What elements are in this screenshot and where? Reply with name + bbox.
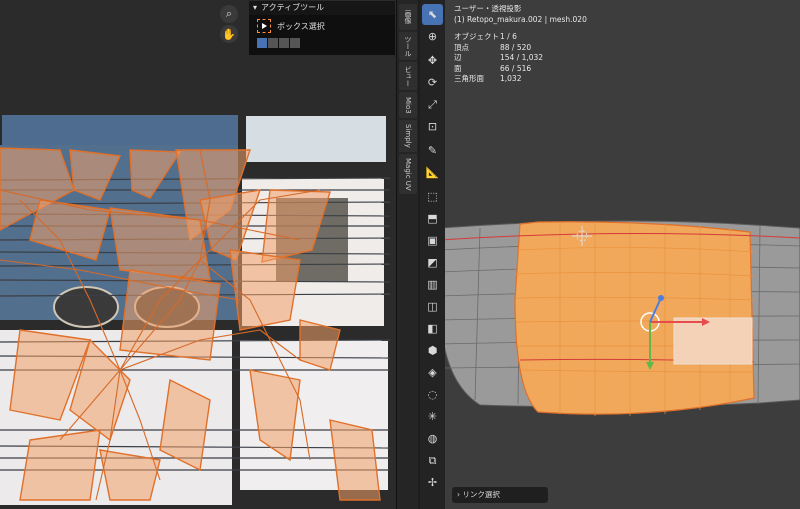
cube-add-icon: ⬚: [427, 190, 438, 203]
active-tool-title: アクティブツール: [261, 3, 325, 12]
stat-row: 三角形面 1,032: [454, 74, 543, 85]
uv-selected-face: [119, 269, 221, 361]
scale-icon: ⤢: [428, 98, 437, 111]
highlighted-face: [673, 317, 753, 365]
select-subtract-mode-button[interactable]: [279, 38, 289, 48]
edge-slide-tool-button[interactable]: ✳: [422, 406, 443, 427]
redo-last-panel[interactable]: › リンク選択: [452, 487, 548, 503]
measure-tool-button[interactable]: 📐: [422, 162, 443, 183]
selection-mode-group: [249, 33, 395, 48]
spin-icon: ⬢: [427, 344, 438, 357]
extrude-tool-button[interactable]: ⬒: [422, 208, 443, 229]
spin-tool-button[interactable]: ⬢: [422, 340, 443, 361]
tab-mio3[interactable]: Mio3: [399, 92, 417, 118]
poly-build-icon: ◧: [427, 322, 438, 335]
knife-tool-button[interactable]: ◫: [422, 296, 443, 317]
stat-value: 66 / 516: [500, 63, 532, 73]
viewport-overlay: ユーザー・透視投影 (1) Retopo_makura.002 | mesh.0…: [454, 4, 587, 25]
tab-simply[interactable]: Simply: [399, 120, 417, 152]
loop-cut-icon: ▥: [427, 278, 438, 291]
bevel-icon: ◩: [427, 256, 438, 269]
uv-texture-island: [246, 116, 386, 162]
stat-row: 頂点 88 / 520: [454, 43, 543, 54]
tab-tool[interactable]: ツール: [399, 32, 417, 60]
view-name: ユーザー・透視投影: [454, 4, 522, 13]
active-tool-label: ボックス選択: [277, 21, 325, 31]
tab-magic-uv[interactable]: Magic UV: [399, 154, 417, 194]
tab-image[interactable]: 画像: [399, 4, 417, 30]
tab-view[interactable]: ビュー: [399, 62, 417, 90]
scene-statistics: オブジェクト 1 / 6 頂点 88 / 520 辺 154 / 1,032 面 66 …: [454, 32, 543, 85]
uv-canvas[interactable]: [0, 0, 396, 509]
extrude-icon: ⬒: [427, 212, 438, 225]
active-tool-row[interactable]: ボックス選択: [249, 15, 395, 33]
pencil-icon: ✎: [427, 144, 438, 157]
cursor-arrow-icon: ⬉: [427, 8, 438, 21]
select-invert-mode-button[interactable]: [290, 38, 300, 48]
stat-value: 154 / 1,032: [500, 53, 544, 62]
rotate-tool-button[interactable]: ⟳: [422, 72, 443, 93]
stat-label: オブジェクト: [454, 32, 499, 41]
collapse-arrow-icon[interactable]: ▾: [253, 1, 257, 15]
zoom-icon[interactable]: ⌕: [220, 5, 238, 23]
annotate-tool-button[interactable]: ✎: [422, 140, 443, 161]
stat-label: 面: [454, 63, 462, 73]
scale-tool-button[interactable]: ⤢: [422, 94, 443, 115]
inset-tool-button[interactable]: ▣: [422, 230, 443, 251]
active-tool-header[interactable]: ▾ アクティブツール: [249, 1, 395, 15]
pan-hand-icon[interactable]: ✋: [220, 25, 238, 43]
rotate-icon: ⟳: [427, 76, 438, 89]
move-tool-button[interactable]: ✥: [422, 50, 443, 71]
shear-icon: ⧉: [428, 454, 437, 467]
inset-icon: ▣: [427, 234, 438, 247]
stat-value: 1 / 6: [500, 32, 517, 41]
tool-shelf: ⬉ ⊕ ✥ ⟳ ⤢ ⊡ ✎ 📐 ⬚ ⬒ ▣ ◩ ▥ ◫ ◧ ⬢ ◈ ◌ ✳ ◍ …: [420, 0, 445, 509]
smooth-icon: ◈: [428, 366, 437, 379]
stat-value: 88 / 520: [500, 42, 532, 52]
select-extend-mode-button[interactable]: [268, 38, 278, 48]
loop-cut-tool-button[interactable]: ▥: [422, 274, 443, 295]
stat-label: 頂点: [454, 42, 469, 52]
select-box-tool-button[interactable]: ⬉: [422, 4, 443, 25]
stat-label: 三角形面: [454, 74, 484, 83]
add-cube-tool-button[interactable]: ⬚: [422, 186, 443, 207]
uv-selected-face: [19, 429, 101, 501]
sphere-icon: ◍: [427, 432, 438, 445]
3d-viewport[interactable]: ⬉ ⊕ ✥ ⟳ ⤢ ⊡ ✎ 📐 ⬚ ⬒ ▣ ◩ ▥ ◫ ◧ ⬢ ◈ ◌ ✳ ◍ …: [420, 0, 800, 509]
uv-sidebar-tabs: 画像 ツール ビュー Mio3 Simply Magic UV: [396, 0, 418, 509]
stat-label: 辺: [454, 53, 462, 62]
ruler-icon: 📐: [425, 166, 440, 179]
object-info: (1) Retopo_makura.002 | mesh.020: [454, 14, 587, 24]
stat-row: 面 66 / 516: [454, 64, 543, 75]
box-select-icon[interactable]: [257, 19, 271, 33]
bevel-tool-button[interactable]: ◩: [422, 252, 443, 273]
redo-panel-label: リンク選択: [462, 490, 500, 499]
knife-icon: ◫: [427, 300, 438, 313]
poly-build-tool-button[interactable]: ◧: [422, 318, 443, 339]
stat-value: 1,032: [500, 74, 522, 83]
stat-row: オブジェクト 1 / 6: [454, 32, 543, 43]
transform-icon: ⊡: [427, 120, 438, 133]
3d-cursor-tool-icon: ⊕: [427, 30, 438, 43]
randomize-tool-button[interactable]: ◌: [422, 384, 443, 405]
edge-slide-icon: ✳: [427, 410, 438, 423]
uv-editor[interactable]: ⌕ ✋ ▾ アクティブツール ボックス選択: [0, 0, 396, 509]
shrink-fatten-tool-button[interactable]: ◍: [422, 428, 443, 449]
uv-selected-face: [229, 249, 301, 331]
active-tool-panel: ▾ アクティブツール ボックス選択: [248, 0, 396, 56]
stat-row: 辺 154 / 1,032: [454, 53, 543, 64]
select-set-mode-button[interactable]: [257, 38, 267, 48]
smooth-tool-button[interactable]: ◈: [422, 362, 443, 383]
cursor-tool-button[interactable]: ⊕: [422, 26, 443, 47]
randomize-icon: ◌: [427, 388, 438, 401]
move-icon: ✥: [427, 54, 438, 67]
rip-icon: ✢: [427, 476, 438, 489]
uv-texture-island: [2, 115, 238, 145]
shear-tool-button[interactable]: ⧉: [422, 450, 443, 471]
rip-tool-button[interactable]: ✢: [422, 472, 443, 493]
transform-tool-button[interactable]: ⊡: [422, 116, 443, 137]
